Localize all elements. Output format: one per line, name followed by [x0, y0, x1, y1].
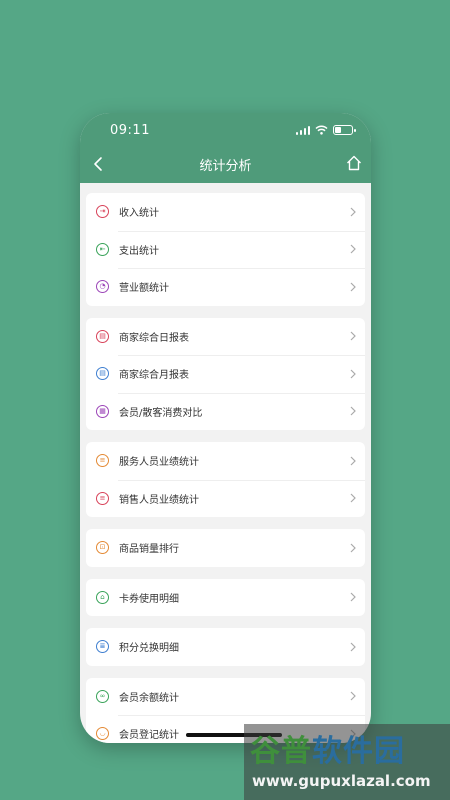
monthly-report-icon: ▤: [96, 367, 109, 381]
income-icon: ⇥: [96, 205, 109, 219]
chevron-right-icon: [350, 369, 356, 379]
watermark-title: 谷普软件园: [250, 734, 405, 769]
menu-item[interactable]: ⊡ 商品销量排行: [86, 529, 365, 567]
menu-item-label: 收入统计: [119, 208, 159, 220]
menu-item-label: 服务人员业绩统计: [119, 457, 199, 469]
wifi-icon: [315, 125, 328, 135]
chevron-right-icon: [350, 406, 356, 416]
menu-item-label: 营业额统计: [119, 283, 169, 295]
menu-item-label: 会员余额统计: [119, 692, 179, 704]
watermark: 谷普软件园 www.gupuxlazal.com: [244, 724, 450, 800]
phone-frame: 09:11 统计分析 ⇥ 收入统计 ⇤ 支出统计 ◔ 营业额统计 ▤ 商家综合日…: [80, 113, 371, 743]
battery-icon: [333, 125, 356, 135]
menu-item-label: 会员/散客消费对比: [119, 407, 203, 419]
menu-item[interactable]: ∞ 会员余额统计: [86, 678, 365, 716]
menu-group: ▤ 商家综合日报表 ▤ 商家综合月报表 ▦ 会员/散客消费对比: [86, 317, 365, 431]
menu-item[interactable]: ▤ 商家综合月报表: [86, 355, 365, 393]
chevron-right-icon: [350, 282, 356, 292]
cart-icon: ⊡: [96, 541, 109, 555]
chevron-right-icon: [350, 456, 356, 466]
sales-staff-icon: ≡: [96, 491, 109, 505]
expense-icon: ⇤: [96, 242, 109, 256]
menu-item[interactable]: ≡ 服务人员业绩统计: [86, 442, 365, 480]
menu-item-label: 商品销量排行: [119, 544, 179, 556]
menu-group: ⊡ 商品销量排行: [86, 529, 365, 567]
menu-item[interactable]: ◔ 营业额统计: [86, 268, 365, 306]
compare-icon: ▦: [96, 404, 109, 418]
menu-group: ≣ 积分兑换明细: [86, 628, 365, 666]
daily-report-icon: ▤: [96, 329, 109, 343]
status-icons: [295, 125, 356, 135]
menu-item[interactable]: ≡ 销售人员业绩统计: [86, 479, 365, 518]
menu-item[interactable]: ⇤ 支出统计: [86, 230, 365, 269]
cellular-signal-icon: [295, 125, 310, 135]
chevron-right-icon: [350, 331, 356, 341]
status-time: 09:11: [110, 123, 150, 138]
watermark-url: www.gupuxlazal.com: [252, 772, 431, 790]
service-staff-icon: ≡: [96, 454, 109, 468]
chevron-right-icon: [350, 207, 356, 217]
menu-item[interactable]: ⇥ 收入统计: [86, 193, 365, 231]
menu-item-label: 支出统计: [119, 245, 159, 257]
menu-item-label: 销售人员业绩统计: [119, 494, 199, 506]
menu-group: ⌂ 卡券使用明细: [86, 578, 365, 617]
menu-item[interactable]: ≣ 积分兑换明细: [86, 628, 365, 666]
chevron-right-icon: [350, 543, 356, 553]
status-bar: 09:11: [80, 113, 371, 149]
menu-item-label: 积分兑换明细: [119, 643, 179, 655]
chevron-right-icon: [350, 493, 356, 503]
nav-bar: 统计分析: [80, 151, 371, 177]
menu-list: ⇥ 收入统计 ⇤ 支出统计 ◔ 营业额统计 ▤ 商家综合日报表 ▤ 商家综合月报表 ▦ 会员/散客消费…: [86, 193, 365, 743]
chevron-right-icon: [350, 642, 356, 652]
menu-item-label: 卡券使用明细: [119, 593, 179, 605]
menu-item-label: 商家综合日报表: [119, 332, 189, 344]
menu-item[interactable]: ▤ 商家综合日报表: [86, 318, 365, 356]
coupon-icon: ⌂: [96, 590, 109, 604]
menu-group: ≡ 服务人员业绩统计 ≡ 销售人员业绩统计: [86, 442, 365, 517]
menu-group: ⇥ 收入统计 ⇤ 支出统计 ◔ 营业额统计: [86, 193, 365, 306]
home-icon[interactable]: [345, 154, 363, 172]
balance-icon: ∞: [96, 689, 109, 703]
chevron-right-icon: [350, 592, 356, 602]
member-register-icon: ◡: [96, 727, 109, 741]
header: 09:11 统计分析: [80, 113, 371, 183]
turnover-icon: ◔: [96, 280, 109, 294]
page-title: 统计分析: [199, 159, 252, 174]
points-icon: ≣: [96, 640, 109, 654]
chevron-right-icon: [350, 244, 356, 254]
menu-item-label: 商家综合月报表: [119, 370, 189, 382]
chevron-right-icon: [350, 691, 356, 701]
menu-item[interactable]: ⌂ 卡券使用明细: [86, 579, 365, 617]
menu-item[interactable]: ▦ 会员/散客消费对比: [86, 392, 365, 431]
